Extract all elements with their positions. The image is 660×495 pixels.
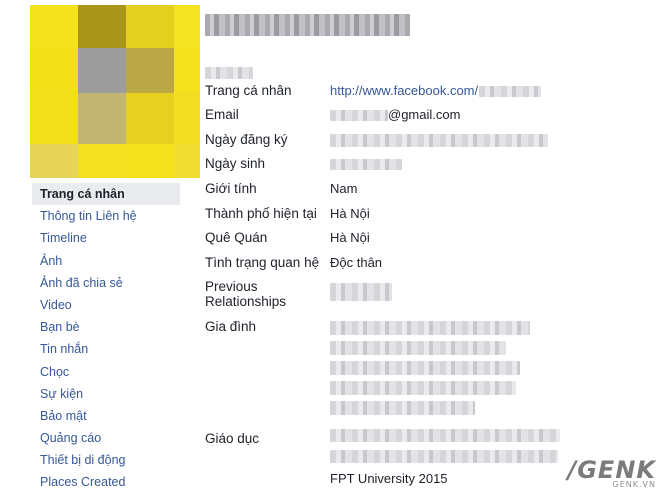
sidebar-item-pokes[interactable]: Chọc (32, 361, 180, 383)
family-label: Gia đình (205, 319, 257, 334)
sidebar-item-profile[interactable]: Trang cá nhân (32, 183, 180, 206)
birthday-label: Ngày sinh (205, 156, 266, 171)
profile-url-link[interactable]: http://www.facebook.com/ (330, 83, 478, 98)
sidebar-item-mobile-devices[interactable]: Thiết bị di động (32, 449, 180, 471)
relationship-value: Độc thân (330, 255, 383, 270)
sidebar-item-timeline[interactable]: Timeline (32, 227, 180, 249)
previous-relationships-label-line2: Relationships (205, 294, 287, 309)
sidebar-item-places-created[interactable]: Places Created (32, 471, 180, 493)
sidebar-item-security[interactable]: Bảo mật (32, 405, 180, 427)
birthday-value-redacted (330, 156, 402, 171)
education-partial-text: FPT University 2015 (330, 471, 448, 486)
previous-relationships-value-redacted (330, 283, 392, 301)
profile-name-redacted (205, 14, 410, 36)
hometown-label: Quê Quán (205, 230, 268, 245)
slash-icon: / (567, 456, 578, 484)
city-label: Thành phố hiện tại (205, 206, 317, 221)
hometown-value: Hà Nội (330, 230, 370, 245)
education-value: FPT University 2015 (330, 429, 560, 486)
sidebar-item-friends[interactable]: Bạn bè (32, 316, 180, 338)
relationship-label: Tình trạng quan hệ (205, 255, 320, 270)
family-value-redacted (330, 321, 530, 415)
sidebar-nav: Trang cá nhân Thông tin Liên hệ Timeline… (32, 183, 180, 494)
sidebar-item-messages[interactable]: Tin nhắn (32, 338, 180, 360)
profile-avatar[interactable] (30, 5, 200, 178)
email-label: Email (205, 107, 239, 122)
previous-relationships-label: Previous Relationships (205, 279, 325, 309)
sidebar-item-shared-photos[interactable]: Ảnh đã chia sẻ (32, 272, 180, 294)
registered-value-redacted (330, 132, 548, 148)
email-value: @gmail.com (330, 107, 460, 122)
sidebar-item-contact-info[interactable]: Thông tin Liên hệ (32, 205, 180, 227)
gender-label: Giới tính (205, 181, 257, 196)
gender-value: Nam (330, 181, 358, 196)
sidebar-item-videos[interactable]: Video (32, 294, 180, 316)
profile-subtitle-redacted (205, 64, 253, 79)
profile-url-value[interactable]: http://www.facebook.com/ (330, 83, 542, 98)
email-suffix: @gmail.com (388, 107, 461, 122)
sidebar-item-events[interactable]: Sự kiện (32, 383, 180, 405)
sidebar-item-ads[interactable]: Quảng cáo (32, 427, 180, 449)
registered-label: Ngày đăng ký (205, 132, 288, 147)
previous-relationships-label-line1: Previous (205, 279, 258, 294)
city-value: Hà Nội (330, 206, 370, 221)
sidebar-item-photos[interactable]: Ảnh (32, 250, 180, 272)
genk-watermark: /GENK GENK.VN (567, 456, 656, 489)
education-label: Giáo dục (205, 431, 260, 446)
profile-label: Trang cá nhân (205, 83, 292, 98)
